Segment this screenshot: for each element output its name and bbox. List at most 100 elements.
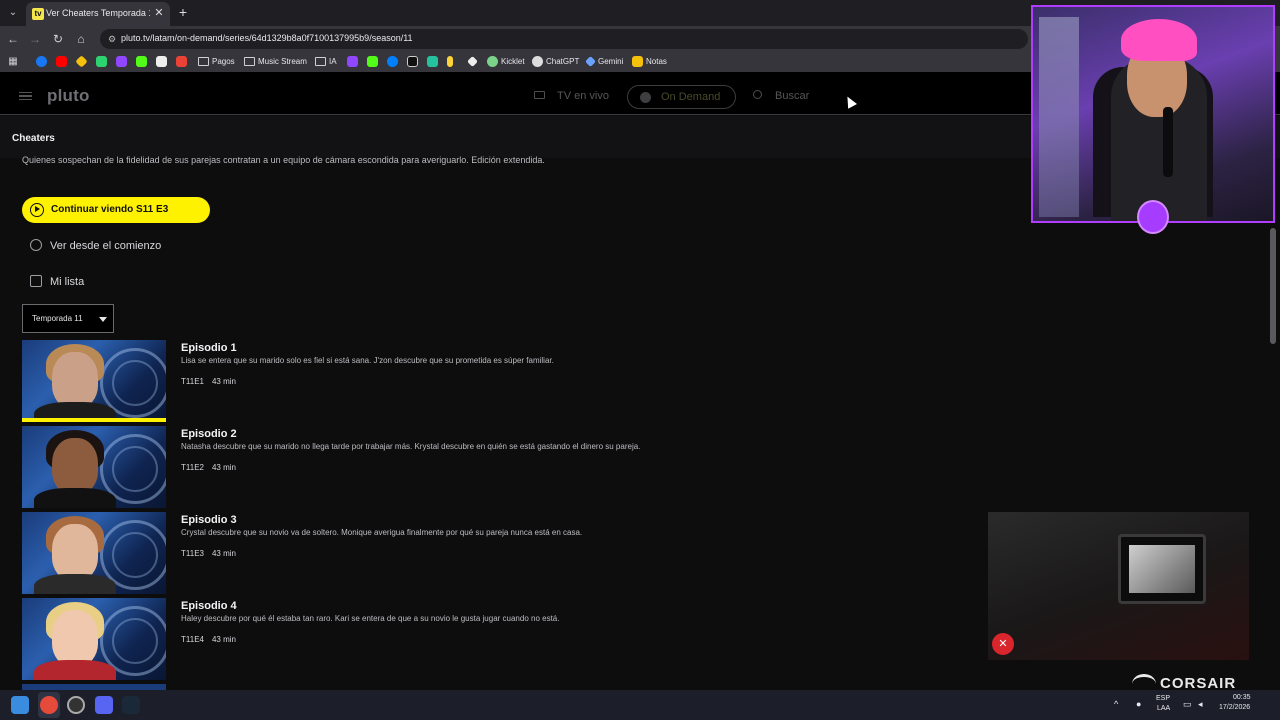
back-icon[interactable]: ← bbox=[5, 31, 21, 47]
chatgpt-icon bbox=[532, 56, 543, 67]
progress-bar bbox=[22, 418, 166, 422]
twitch-icon[interactable] bbox=[116, 56, 127, 67]
kick-icon[interactable] bbox=[136, 56, 147, 67]
webcam-overlay bbox=[1031, 5, 1275, 223]
episode-description: Lisa se entera que su marido solo es fie… bbox=[181, 356, 554, 365]
bookmark-chatgpt[interactable]: ChatGPT bbox=[546, 57, 579, 66]
restart-icon bbox=[30, 239, 42, 251]
facebook-icon[interactable] bbox=[36, 56, 47, 67]
bookmark-teal-icon[interactable] bbox=[427, 56, 438, 67]
network-icon[interactable]: ▭ bbox=[1183, 699, 1192, 710]
bookmark-kicklet[interactable]: Kicklet bbox=[501, 57, 525, 66]
episode-duration: 43 min bbox=[211, 377, 236, 386]
nav-on-demand[interactable]: On Demand bbox=[627, 85, 736, 109]
gmail-icon[interactable] bbox=[176, 56, 187, 67]
bookmark-green-icon[interactable] bbox=[96, 56, 107, 67]
notes-icon bbox=[632, 56, 643, 67]
tv-icon bbox=[534, 91, 545, 99]
episode-description: Haley descubre por qué él estaba tan rar… bbox=[181, 614, 560, 623]
folder-icon bbox=[198, 57, 209, 66]
tiktok-icon[interactable] bbox=[407, 56, 418, 67]
season-label: Temporada 11 bbox=[32, 314, 83, 323]
home-icon[interactable]: ⌂ bbox=[73, 31, 89, 47]
microphone-icon[interactable]: ● bbox=[1136, 699, 1141, 709]
windows-start-icon[interactable] bbox=[11, 696, 29, 714]
episode-description: Natasha descubre que su marido no llega … bbox=[181, 442, 641, 451]
language-indicator[interactable]: ESP bbox=[1156, 695, 1170, 702]
bookmark-yellow-icon[interactable] bbox=[447, 56, 453, 67]
episode-row[interactable]: Episodio 3 Crystal descubre que su novio… bbox=[22, 512, 722, 596]
address-bar[interactable]: ⚙ pluto.tv/latam/on-demand/series/64d132… bbox=[100, 29, 1028, 49]
discord-icon[interactable] bbox=[95, 696, 113, 714]
search-icon bbox=[753, 90, 762, 99]
episode-code: T11E1 bbox=[181, 377, 204, 386]
episode-row[interactable]: Episodio 2 Natasha descubre que su marid… bbox=[22, 426, 722, 510]
play-circle-icon bbox=[640, 92, 651, 103]
episode-code: T11E4 bbox=[181, 635, 204, 644]
volume-icon[interactable]: ◂ bbox=[1198, 699, 1203, 710]
tv-icon: tv bbox=[32, 8, 44, 20]
nav-live-label: TV en vivo bbox=[557, 90, 609, 102]
episode-title[interactable]: Episodio 3 bbox=[181, 514, 237, 526]
tab-search-icon[interactable]: ⌄ bbox=[4, 4, 22, 22]
folder-icon bbox=[315, 57, 326, 66]
new-tab-icon[interactable]: + bbox=[175, 4, 191, 20]
bookmark-notas[interactable]: Notas bbox=[646, 57, 667, 66]
apps-grid-icon[interactable]: ▦ bbox=[5, 54, 21, 70]
episode-meta: T11E1 43 min bbox=[181, 377, 244, 386]
episode-title[interactable]: Episodio 2 bbox=[181, 428, 237, 440]
steam-icon[interactable] bbox=[122, 696, 140, 714]
twitch-icon[interactable] bbox=[347, 56, 358, 67]
tab-title: Ver Cheaters Temporada 11 Gr... bbox=[46, 8, 150, 18]
episode-thumbnail[interactable] bbox=[22, 598, 166, 680]
scrollbar[interactable] bbox=[1270, 228, 1276, 344]
season-dropdown[interactable]: Temporada 11 bbox=[22, 304, 114, 333]
youtube-icon[interactable] bbox=[56, 56, 67, 67]
search-label: Buscar bbox=[775, 90, 810, 102]
show-description: Quienes sospechan de la fidelidad de sus… bbox=[22, 155, 545, 165]
chrome-icon[interactable] bbox=[40, 696, 58, 714]
forward-icon[interactable]: → bbox=[27, 31, 43, 47]
episode-title[interactable]: Episodio 1 bbox=[181, 342, 237, 354]
episode-row[interactable]: Episodio 4 Haley descubre por qué él est… bbox=[22, 598, 722, 682]
site-info-icon[interactable]: ⚙ bbox=[105, 32, 119, 46]
episode-thumbnail[interactable] bbox=[22, 426, 166, 508]
show-title: Cheaters bbox=[12, 133, 55, 144]
my-list-button[interactable]: Mi lista bbox=[28, 274, 108, 292]
continue-watching-button[interactable]: Continuar viendo S11 E3 bbox=[22, 197, 210, 223]
chevron-up-icon[interactable]: ^ bbox=[1114, 699, 1118, 709]
bookmark-music-stream[interactable]: Music Stream bbox=[258, 57, 307, 66]
browser-tab[interactable]: tv Ver Cheaters Temporada 11 Gr... ✕ bbox=[26, 2, 170, 26]
language-region: LAA bbox=[1157, 705, 1171, 712]
episode-thumbnail[interactable] bbox=[22, 512, 166, 594]
bookmark-ia[interactable]: IA bbox=[329, 57, 337, 66]
menu-icon[interactable] bbox=[19, 92, 32, 100]
obs-icon[interactable] bbox=[67, 696, 85, 714]
mini-player[interactable] bbox=[988, 512, 1249, 660]
restart-label: Ver desde el comienzo bbox=[50, 240, 162, 252]
meta-icon[interactable] bbox=[387, 56, 398, 67]
mute-icon[interactable]: ✕ bbox=[992, 633, 1014, 655]
taskbar: ^ ● ESP LAA ▭ ◂ 00:35 17/2/2026 bbox=[0, 690, 1280, 720]
bookmark-pagos[interactable]: Pagos bbox=[212, 57, 235, 66]
kicklet-icon bbox=[487, 56, 498, 67]
restart-button[interactable]: Ver desde el comienzo bbox=[28, 238, 178, 256]
pluto-logo[interactable]: pluto bbox=[47, 86, 90, 106]
episode-row[interactable]: Episodio 1 Lisa se entera que su marido … bbox=[22, 340, 722, 424]
kick-icon[interactable] bbox=[367, 56, 378, 67]
bookmark-gemini[interactable]: Gemini bbox=[598, 57, 623, 66]
reload-icon[interactable]: ↻ bbox=[50, 31, 66, 47]
close-icon[interactable]: ✕ bbox=[152, 6, 166, 20]
bookmark-p-icon[interactable] bbox=[156, 56, 167, 67]
clock-time[interactable]: 00:35 bbox=[1233, 694, 1251, 701]
episode-title[interactable]: Episodio 4 bbox=[181, 600, 237, 612]
episode-description: Crystal descubre que su novio va de solt… bbox=[181, 528, 583, 537]
episode-duration: 43 min bbox=[211, 635, 236, 644]
add-to-list-icon bbox=[30, 275, 42, 287]
continue-label: Continuar viendo S11 E3 bbox=[51, 204, 169, 215]
episode-duration: 43 min bbox=[211, 463, 236, 472]
episode-code: T11E2 bbox=[181, 463, 204, 472]
episode-thumbnail[interactable] bbox=[22, 340, 166, 422]
binance-icon[interactable] bbox=[75, 55, 88, 68]
bookmark-diamond-icon[interactable] bbox=[467, 56, 478, 67]
